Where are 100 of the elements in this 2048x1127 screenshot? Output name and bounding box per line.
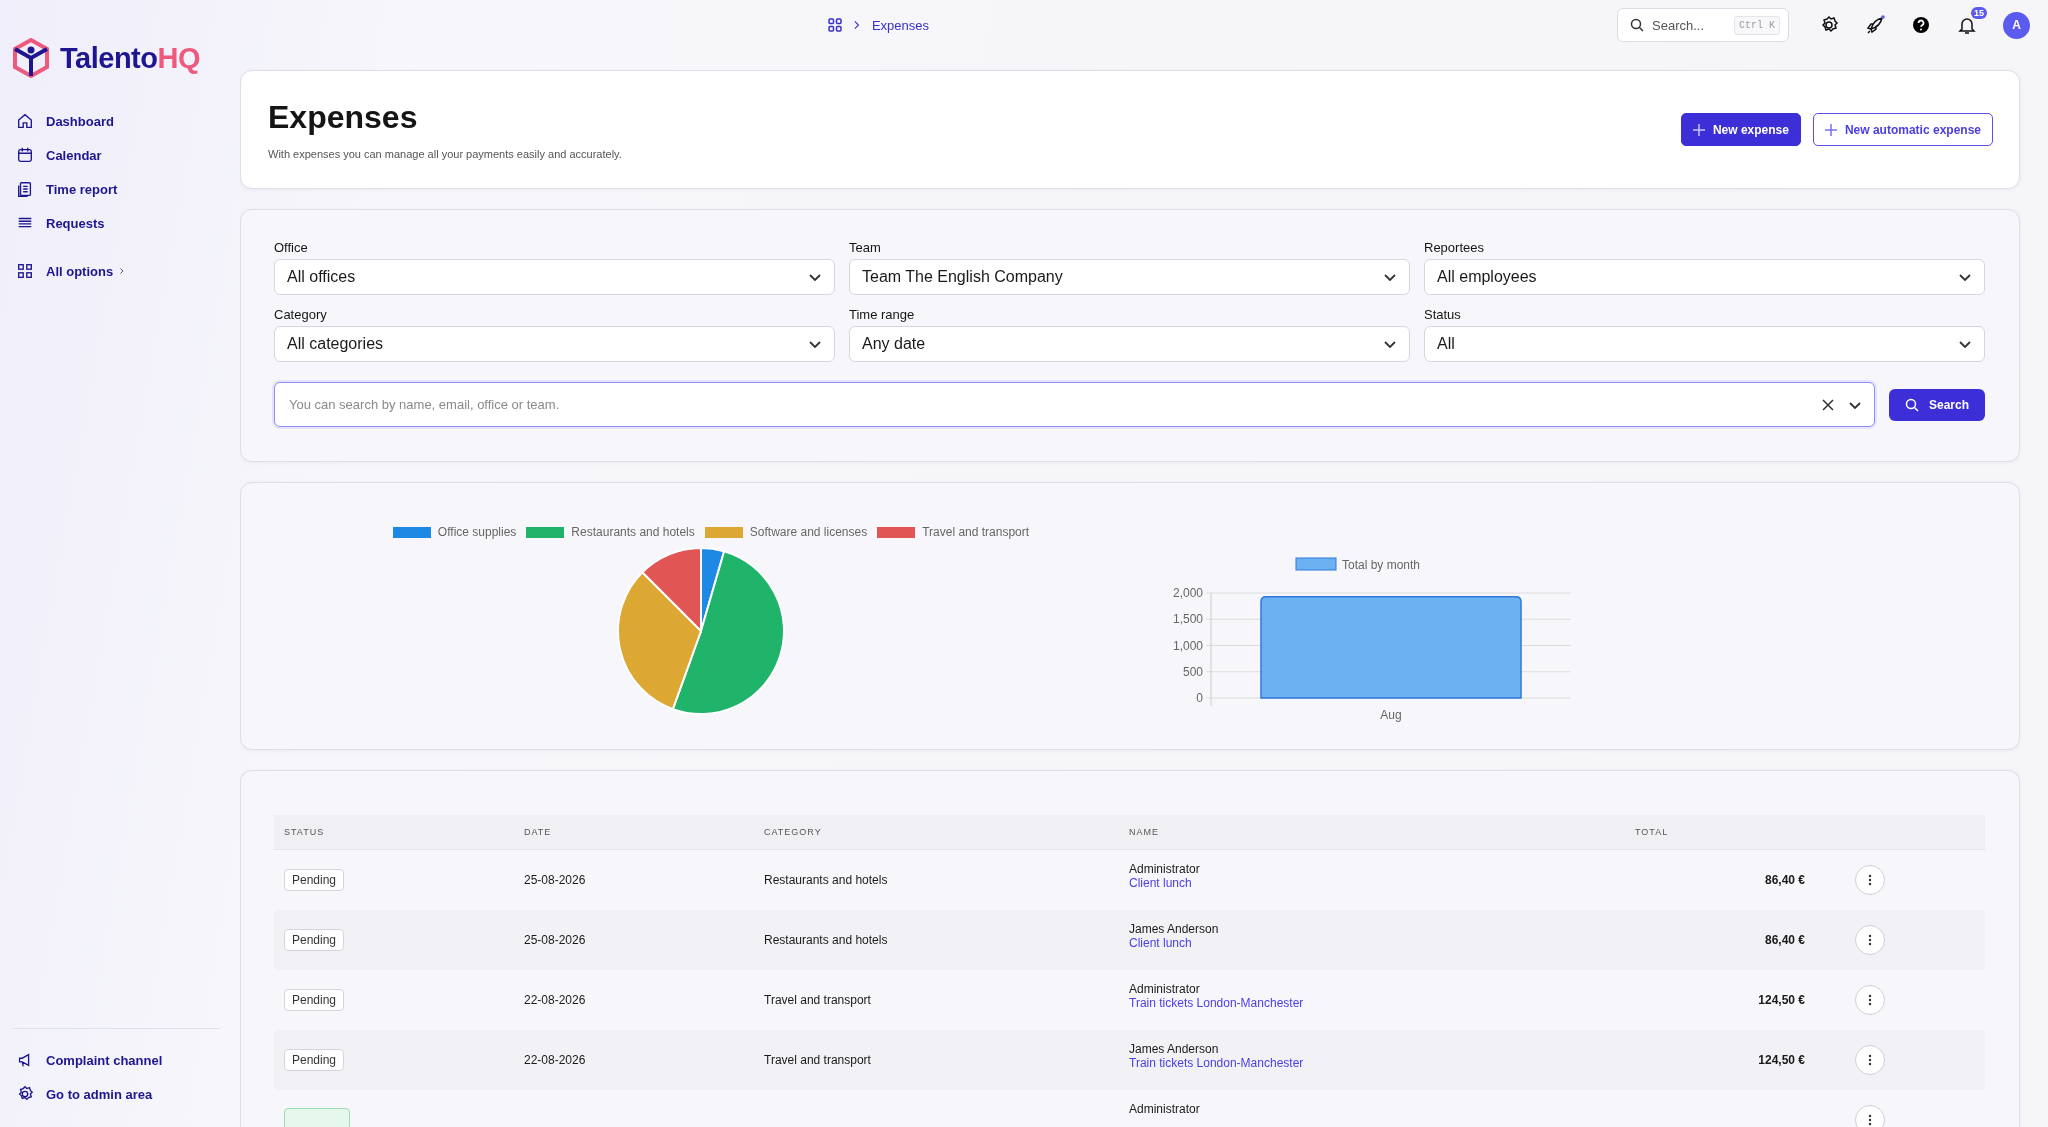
search-icon [1630,18,1644,32]
status-badge: Pending [284,1049,345,1071]
logo-icon [12,38,50,78]
column-header: DATE [514,815,754,850]
status-badge [284,1107,350,1127]
table-cell: 124,50 € [1758,1053,1805,1067]
bell-icon[interactable] [1957,15,1977,35]
calendar-icon [16,146,34,164]
expense-link[interactable]: Client lunch [1129,936,1192,950]
page-title: Expenses [268,99,419,136]
search-field[interactable]: You can search by name, email, office or team. [274,382,1875,427]
axis-tick-label: 500 [1182,664,1203,679]
new-expense-button[interactable]: New expense [1680,113,1801,146]
table-cell: Travel and transport [764,1053,871,1067]
search-button[interactable]: Search [1888,388,1985,421]
shortcut-hint: Ctrl K [1734,15,1780,35]
filter-label: Team [849,240,882,255]
employee-name: Administrator [1129,1102,1201,1116]
filter-label: Category [274,307,328,322]
legend-swatch [704,526,743,538]
sidebar-item[interactable]: Calendar [12,138,106,172]
user-avatar[interactable]: A [2003,11,2030,39]
home-icon [16,112,34,130]
table-cell: 22-08-2026 [524,1053,586,1067]
settings-icon[interactable] [1819,15,1839,35]
axis-tick-label: Aug [1380,708,1402,722]
table-cell: Travel and transport [764,993,871,1007]
expense-link[interactable]: Client lunch [1129,876,1192,890]
search-icon [1904,397,1919,412]
filter-select[interactable]: All offices [274,259,835,295]
table-cell: 124,50 € [1758,993,1805,1007]
sidebar-item[interactable]: All options [12,254,132,288]
legend-label: Office supplies [437,525,517,539]
sidebar-item[interactable]: Time report [12,172,122,206]
grid-icon[interactable] [827,18,842,32]
more-icon [1868,994,1872,1006]
legend-swatch [526,526,565,538]
legend-swatch [392,526,431,538]
table-cell: 86,40 € [1764,873,1805,887]
status-badge: Pending [284,869,345,891]
column-header: NAME [1119,815,1625,850]
legend-swatch [1295,557,1337,571]
axis-tick-label: 1,500 [1172,612,1203,627]
help-icon[interactable] [1911,15,1931,35]
filter-select[interactable]: All employees [1424,259,1985,295]
axis-tick-label: 0 [1196,691,1203,705]
table-cell: 25-08-2026 [524,873,586,887]
more-icon [1868,1054,1872,1066]
axis-tick-label: 1,000 [1172,638,1203,653]
column-header: CATEGORY [754,815,1119,850]
search-input[interactable]: You can search by name, email, office or team. [287,396,1808,413]
more-icon [1868,874,1872,886]
sidebar-item[interactable]: Dashboard [12,104,118,138]
filter-label: Reportees [1424,240,1485,255]
filter-label: Time range [849,307,916,322]
employee-name: James Anderson [1129,922,1220,936]
status-badge: Pending [284,929,345,951]
legend-label: Restaurants and hotels [571,525,695,539]
filter-label: Office [274,240,309,255]
clear-icon[interactable] [1821,398,1834,411]
more-icon [1868,1114,1872,1126]
table-cell: 25-08-2026 [524,933,586,947]
sidebar-item[interactable]: Complaint channel [12,1043,167,1077]
filter-select[interactable]: Team The English Company [849,259,1410,295]
table-cell: Restaurants and hotels [764,933,888,947]
legend-swatch [877,526,916,538]
filter-select[interactable]: All [1424,326,1985,362]
filter-select[interactable]: Any date [849,326,1410,362]
clipboard-icon [16,180,34,198]
employee-name: Administrator [1129,982,1201,996]
employee-name: James Anderson [1129,1042,1220,1056]
logo-text: TalentoHQ [60,41,200,75]
legend-label: Software and licenses [749,525,868,539]
search-field[interactable]: Search... Ctrl K [1617,8,1789,42]
employee-name: Administrator [1129,862,1201,876]
plus-icon [1692,123,1705,136]
sidebar-item[interactable]: Requests [12,206,109,240]
column-header: TOTAL [1625,815,1845,850]
filter-select[interactable]: All categories [274,326,835,362]
table-cell: 22-08-2026 [524,993,586,1007]
sidebar-item[interactable]: Go to admin area [12,1077,157,1111]
table-cell: 86,40 € [1764,933,1805,947]
expense-link[interactable]: Train tickets London-Manchester [1129,996,1304,1010]
status-badge: Pending [284,989,345,1011]
plus-icon [1824,123,1837,136]
filter-label: Status [1424,307,1462,322]
page-subtitle: With expenses you can manage all your payments easily and accurately. [268,148,623,160]
more-icon [1868,934,1872,946]
breadcrumb-item[interactable]: Expenses [871,17,930,33]
grid-icon [16,262,34,280]
axis-tick-label: 2,000 [1172,586,1203,600]
legend-label: Travel and transport [922,525,1030,539]
legend-label: Total by month [1342,558,1421,572]
column-header: STATUS [274,815,514,850]
rocket-icon[interactable] [1865,15,1885,35]
notification-badge: 15 [1971,7,1987,19]
new-expense-button[interactable]: New automatic expense [1812,113,1993,146]
table-cell: Restaurants and hotels [764,873,888,887]
expense-link[interactable]: Train tickets London-Manchester [1129,1056,1304,1070]
gear-icon [16,1085,34,1103]
